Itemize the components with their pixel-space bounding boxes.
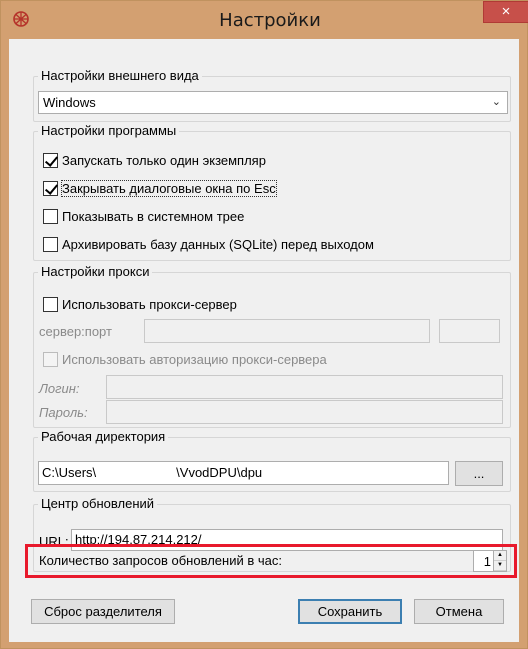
proxy-server-input[interactable]	[144, 319, 430, 343]
password-label: Пароль:	[39, 405, 88, 420]
settings-client-area: Настройки внешнего вида Windows ⌄ Настро…	[9, 39, 519, 642]
option-label: Использовать прокси-сервер	[62, 296, 237, 312]
window-title: Настройки	[219, 9, 321, 31]
chevron-down-icon: ⌄	[491, 96, 501, 108]
proxy-port-input[interactable]	[439, 319, 500, 343]
option-label: Архивировать базу данных (SQLite) перед …	[62, 236, 374, 252]
option-label: Использовать авторизацию прокси-сервера	[62, 351, 327, 367]
workdir-path-suffix: \VvodDPU\dpu	[176, 465, 263, 480]
program-group-title: Настройки программы	[38, 123, 180, 139]
option-proxy-auth[interactable]: Использовать авторизацию прокси-сервера	[43, 350, 327, 368]
cancel-button[interactable]: Отмена	[414, 599, 504, 624]
workdir-path-prefix: C:\Users\	[42, 465, 97, 480]
requests-per-hour-label: Количество запросов обновлений в час:	[39, 553, 282, 568]
workdir-group-title: Рабочая директория	[38, 429, 169, 445]
app-logo-icon	[13, 11, 29, 27]
checkbox-backup-db[interactable]	[43, 236, 58, 252]
checkbox-tray[interactable]	[43, 208, 58, 224]
spin-down-icon[interactable]: ▼	[494, 561, 506, 571]
style-select-value: Windows	[43, 95, 96, 110]
close-button[interactable]: ×	[483, 1, 528, 23]
option-single-instance[interactable]: Запускать только один экземпляр	[43, 151, 266, 169]
proxy-group-title: Настройки прокси	[38, 264, 153, 280]
spin-buttons: ▲ ▼	[493, 551, 506, 571]
requests-per-hour-spinbox[interactable]: 1 ▲ ▼	[473, 550, 507, 572]
option-label: Запускать только один экземпляр	[62, 152, 266, 168]
option-tray[interactable]: Показывать в системном трее	[43, 207, 244, 225]
proxy-password-input[interactable]	[106, 400, 503, 424]
option-label: Показывать в системном трее	[62, 208, 245, 224]
spin-up-icon[interactable]: ▲	[494, 551, 506, 561]
appearance-group-title: Настройки внешнего вида	[38, 68, 202, 84]
title-bar: Настройки ×	[1, 1, 528, 39]
login-label: Логин:	[39, 381, 80, 396]
browse-button[interactable]: ...	[455, 461, 503, 486]
option-close-esc[interactable]: Закрывать диалоговые окна по Esc	[43, 179, 277, 197]
server-port-label: сервер:порт	[39, 324, 112, 339]
reset-splitter-button[interactable]: Сброс разделителя	[31, 599, 175, 624]
settings-window: Настройки × Настройки внешнего вида Wind…	[0, 0, 528, 649]
checkbox-use-proxy[interactable]	[43, 296, 58, 312]
option-label: Закрывать диалоговые окна по Esc	[61, 179, 277, 197]
checkbox-single-instance[interactable]	[43, 152, 58, 168]
save-button[interactable]: Сохранить	[298, 599, 402, 624]
option-backup-db[interactable]: Архивировать базу данных (SQLite) перед …	[43, 235, 374, 253]
updates-group-title: Центр обновлений	[38, 496, 158, 512]
option-use-proxy[interactable]: Использовать прокси-сервер	[43, 295, 237, 313]
requests-per-hour-value: 1	[483, 553, 491, 569]
proxy-login-input[interactable]	[106, 375, 503, 399]
workdir-path-input[interactable]: C:\Users\ \VvodDPU\dpu	[38, 461, 449, 485]
style-select[interactable]: Windows ⌄	[38, 91, 508, 114]
checkbox-proxy-auth[interactable]	[43, 351, 58, 367]
checkbox-close-esc[interactable]	[43, 180, 58, 196]
